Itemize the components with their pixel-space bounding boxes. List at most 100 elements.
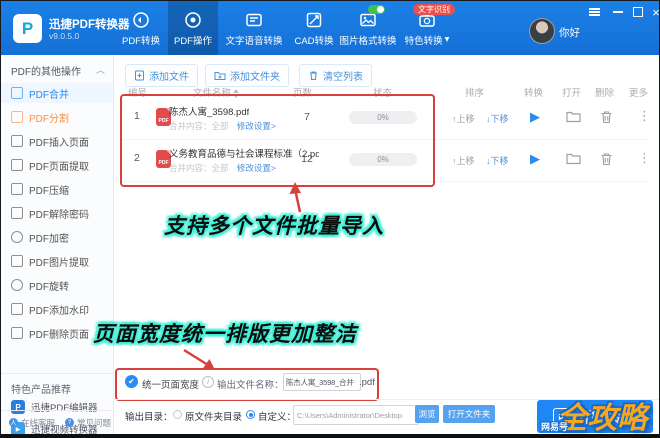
image-extract-icon — [11, 255, 23, 267]
progress-bar: 0% — [349, 111, 417, 124]
compress-icon — [11, 183, 23, 195]
minimize-button[interactable] — [611, 6, 625, 18]
info-icon[interactable]: i — [202, 376, 214, 388]
support-person-icon: 人 — [9, 418, 18, 427]
output-name-input[interactable]: 陈杰人寓_3598_合并 — [283, 373, 361, 391]
move-down-button[interactable]: ↓下移 — [486, 112, 509, 125]
sidebar-item-pdf-extract-page[interactable]: PDF页面提取 — [1, 155, 113, 175]
sidebar-item-pdf-compress[interactable]: PDF压缩 — [1, 179, 113, 199]
tab-cad-convert[interactable]: CAD转换 — [290, 1, 338, 55]
sidebar-item-pdf-remove-password[interactable]: PDF解除密码 — [1, 203, 113, 223]
output-name-label: 输出文件名称： — [217, 380, 284, 391]
table-row[interactable]: 2 义务教育品德与社会课程标准（2.pdf 合并内容：全部 修改设置> 12 0… — [122, 139, 651, 182]
app-version: v9.0.5.0 — [49, 31, 80, 41]
tab-pdf-convert[interactable]: PDF转换 — [114, 1, 168, 55]
add-folder-button[interactable]: 添加文件夹 — [205, 64, 289, 87]
tab-label: PDF转换 — [121, 35, 160, 47]
lock-icon — [11, 231, 23, 243]
rotate-icon — [11, 279, 23, 291]
convert-play-button[interactable]: ▶ — [530, 109, 540, 125]
move-up-button[interactable]: ↑上移 — [452, 154, 475, 167]
top-bar: P 迅捷PDF转换器 v9.0.5.0 PDF转换 PDF操作 文字语音转换 C… — [1, 1, 659, 55]
row-number: 2 — [134, 152, 140, 164]
merge-scope-text: 合并内容：全部 修改设置> — [169, 163, 276, 173]
new-feature-toggle-badge — [368, 5, 385, 14]
tab-label: 图片格式转换 — [339, 35, 397, 47]
extract-page-icon — [11, 159, 23, 171]
tab-label: CAD转换 — [294, 35, 334, 47]
chevron-down-icon: ▾ — [444, 34, 450, 45]
sidebar-divider — [1, 373, 113, 374]
file-name: 陈杰人寓_3598.pdf — [169, 107, 250, 118]
tab-label: 文字语音转换 — [225, 35, 283, 47]
clear-list-button[interactable]: 清空列表 — [299, 64, 372, 87]
clear-list-icon — [310, 71, 317, 80]
sidebar: PDF的其他操作 ︿ PDF合并 PDF分割 PDF插入页面 PDF页面提取 P… — [1, 55, 114, 434]
sidebar-section-title: PDF的其他操作 — [11, 67, 81, 78]
convert-circle-icon — [131, 10, 151, 30]
online-support-link[interactable]: 人 在线客服 — [9, 417, 55, 429]
cad-icon — [304, 10, 324, 30]
convert-play-button[interactable]: ▶ — [530, 151, 540, 167]
question-icon: ? — [65, 418, 75, 427]
tab-text-voice-convert[interactable]: 文字语音转换 — [218, 1, 290, 55]
delete-trash-icon[interactable] — [600, 110, 613, 124]
modify-settings-link[interactable]: 修改设置> — [237, 163, 276, 173]
split-icon — [11, 111, 23, 123]
sidebar-item-pdf-watermark[interactable]: PDF添加水印 — [1, 299, 113, 319]
sidebar-item-pdf-rotate[interactable]: PDF旋转 — [1, 275, 113, 295]
operate-target-icon — [183, 10, 203, 30]
sidebar-item-pdf-encrypt[interactable]: PDF加密 — [1, 227, 113, 247]
ocr-promo-badge: 文字识别 — [413, 4, 455, 15]
sidebar-footer: 人 在线客服 ? 常见问题 — [1, 410, 113, 434]
option-original-folder[interactable]: 原文件夹目录 — [185, 409, 242, 423]
browse-button[interactable]: 浏览 — [415, 405, 439, 423]
more-options-icon[interactable]: ⋮ — [638, 108, 651, 124]
open-output-folder-button[interactable]: 打开文件夹 — [443, 405, 495, 423]
unlock-icon — [11, 207, 23, 219]
table-row[interactable]: 1 陈杰人寓_3598.pdf 合并内容：全部 修改设置> 7 0% ↑上移 ↓… — [122, 97, 651, 140]
progress-bar: 0% — [349, 153, 417, 166]
uniform-width-checkbox[interactable]: ✔ — [125, 375, 138, 388]
tab-label: 特色转换 — [404, 35, 443, 47]
add-file-icon — [135, 70, 144, 81]
collapse-icon[interactable]: ︿ — [96, 63, 105, 78]
start-convert-button[interactable]: ▶ 开始转换 — [537, 400, 653, 433]
more-options-icon[interactable]: ⋮ — [638, 150, 651, 166]
pdf-converter-window: P 迅捷PDF转换器 v9.0.5.0 PDF转换 PDF操作 文字语音转换 C… — [0, 0, 660, 438]
merge-scope-text: 合并内容：全部 修改设置> — [169, 121, 276, 131]
page-count: 7 — [304, 111, 310, 123]
close-button[interactable]: × — [649, 6, 659, 19]
delete-trash-icon[interactable] — [600, 152, 613, 166]
radio-original-folder[interactable] — [173, 410, 182, 419]
add-file-button[interactable]: 添加文件 — [125, 64, 198, 87]
user-greeting: 你好 — [559, 27, 580, 39]
delete-page-icon — [11, 327, 23, 339]
sidebar-item-pdf-image-extract[interactable]: PDF图片提取 — [1, 251, 113, 271]
output-extension: .pdf — [359, 377, 375, 388]
promo-section-title: 特色产品推荐 — [11, 385, 71, 396]
faq-link[interactable]: ? 常见问题 — [65, 417, 111, 429]
open-folder-icon[interactable] — [566, 152, 581, 165]
app-logo-icon: P — [13, 14, 42, 43]
move-down-button[interactable]: ↓下移 — [486, 154, 509, 167]
row-number: 1 — [134, 110, 140, 122]
start-play-icon: ▶ — [553, 408, 571, 425]
menu-icon[interactable] — [587, 6, 601, 18]
tab-pdf-operate[interactable]: PDF操作 — [168, 1, 218, 55]
tab-label: PDF操作 — [173, 35, 212, 47]
maximize-button[interactable] — [631, 6, 645, 18]
annotation-uniform-width: 页面宽度统一排版更加整洁 — [93, 323, 357, 346]
sidebar-item-pdf-insert-page[interactable]: PDF插入页面 — [1, 131, 113, 151]
page-count: 12 — [301, 153, 313, 165]
move-up-button[interactable]: ↑上移 — [452, 112, 475, 125]
sidebar-item-pdf-split[interactable]: PDF分割 — [1, 107, 113, 127]
output-path-input[interactable]: C:\Users\Administrator\Desktop — [293, 405, 419, 425]
modify-settings-link[interactable]: 修改设置> — [237, 121, 276, 131]
open-folder-icon[interactable] — [566, 110, 581, 123]
radio-custom-folder[interactable] — [246, 410, 255, 419]
sidebar-item-pdf-merge[interactable]: PDF合并 — [1, 83, 113, 103]
option-custom-folder[interactable]: 自定义： — [258, 409, 296, 423]
user-avatar[interactable] — [529, 18, 555, 44]
add-folder-icon — [214, 72, 226, 80]
